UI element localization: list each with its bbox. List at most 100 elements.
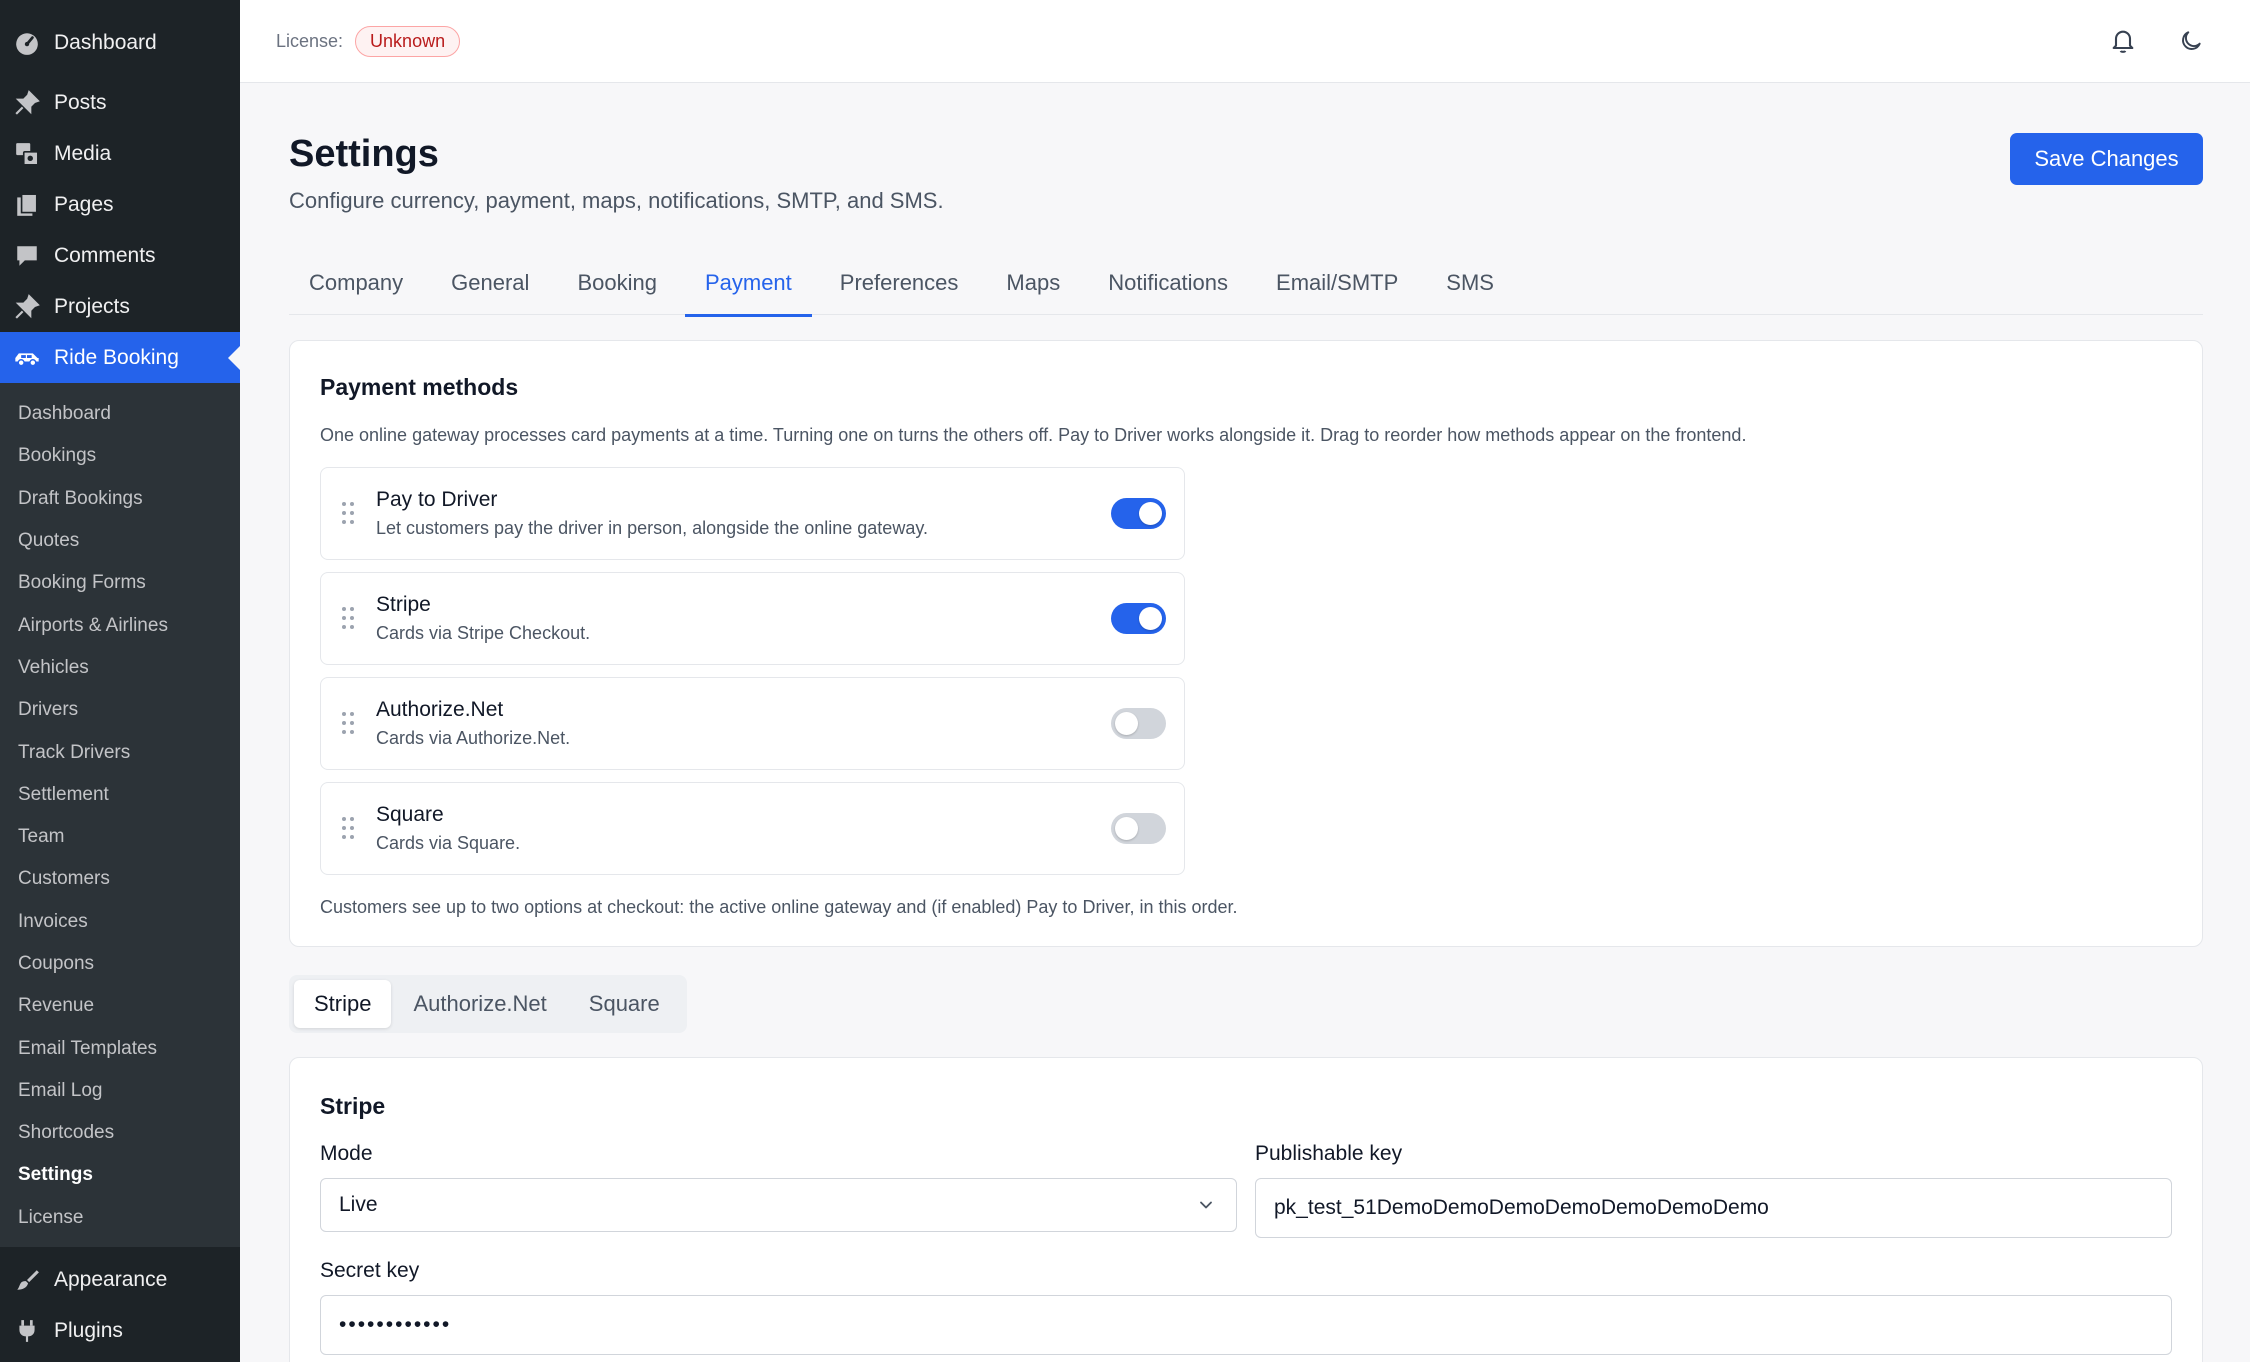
authorize-net-toggle[interactable]	[1111, 708, 1166, 739]
license-label: License:	[276, 30, 344, 51]
sidebar-item-comments[interactable]: Comments	[0, 230, 240, 281]
publishable-key-input[interactable]: pk_test_51DemoDemoDemoDemoDemoDemoDemo	[1255, 1178, 2172, 1238]
tab-payment[interactable]: Payment	[684, 251, 812, 317]
sidebar-item-appearance[interactable]: Appearance	[0, 1255, 240, 1306]
submenu-item-quotes[interactable]: Quotes	[0, 520, 240, 562]
payment-method-stripe[interactable]: Stripe Cards via Stripe Checkout.	[320, 572, 1185, 665]
stripe-toggle[interactable]	[1111, 603, 1166, 634]
publishable-key-value: pk_test_51DemoDemoDemoDemoDemoDemoDemo	[1274, 1196, 1769, 1219]
gateway-tab-stripe[interactable]: Stripe	[294, 980, 392, 1028]
sidebar-item-label: Appearance	[54, 1268, 168, 1292]
secret-key-label: Secret key	[320, 1259, 420, 1282]
method-name: Stripe	[376, 593, 431, 616]
tab-sms[interactable]: SMS	[1426, 251, 1514, 315]
sidebar-item-pages[interactable]: Pages	[0, 179, 240, 230]
settings-tabs: Company General Booking Payment Preferen…	[289, 251, 2203, 317]
submenu-item-revenue[interactable]: Revenue	[0, 985, 240, 1027]
square-toggle[interactable]	[1111, 813, 1166, 844]
submenu-item-invoices[interactable]: Invoices	[0, 901, 240, 943]
drag-handle-icon[interactable]	[341, 605, 355, 631]
sidebar-item-label: Media	[54, 141, 112, 165]
tab-email-smtp[interactable]: Email/SMTP	[1256, 251, 1418, 315]
stripe-settings-title: Stripe	[320, 1093, 386, 1119]
sidebar-item-ride-booking[interactable]: Ride Booking	[0, 332, 240, 383]
submenu-item-drivers[interactable]: Drivers	[0, 689, 240, 731]
bell-icon[interactable]	[2104, 22, 2142, 60]
sidebar-item-label: Ride Booking	[54, 345, 179, 369]
submenu-item-email-templates[interactable]: Email Templates	[0, 1027, 240, 1069]
sidebar-item-plugins[interactable]: Plugins	[0, 1306, 240, 1357]
pay-to-driver-toggle[interactable]	[1111, 498, 1166, 529]
submenu-item-airports-airlines[interactable]: Airports & Airlines	[0, 604, 240, 646]
car-icon	[12, 343, 42, 373]
checkout-options-note: Customers see up to two options at check…	[320, 897, 1238, 917]
tab-general[interactable]: General	[431, 251, 549, 315]
submenu-item-license[interactable]: License	[0, 1197, 240, 1239]
mode-select[interactable]: Live	[320, 1178, 1237, 1232]
submenu-item-coupons[interactable]: Coupons	[0, 943, 240, 985]
top-bar: License: Unknown	[240, 0, 2250, 83]
gateway-tabs: Stripe Authorize.Net Square	[289, 975, 687, 1033]
submenu-item-vehicles[interactable]: Vehicles	[0, 647, 240, 689]
submenu-item-settlement[interactable]: Settlement	[0, 774, 240, 816]
brush-icon	[12, 1265, 42, 1295]
license-status-badge: Unknown	[355, 25, 461, 57]
drag-handle-icon[interactable]	[341, 500, 355, 526]
tab-company[interactable]: Company	[289, 251, 423, 315]
submenu-item-settings[interactable]: Settings	[0, 1154, 240, 1196]
submenu-item-track-drivers[interactable]: Track Drivers	[0, 731, 240, 773]
pin-icon	[12, 292, 42, 322]
payment-method-square[interactable]: Square Cards via Square.	[320, 782, 1185, 875]
tab-preferences[interactable]: Preferences	[820, 251, 979, 315]
method-name: Pay to Driver	[376, 488, 498, 511]
page-subtitle: Configure currency, payment, maps, notif…	[289, 188, 944, 213]
method-name: Square	[376, 803, 444, 826]
mode-value: Live	[339, 1193, 378, 1216]
secret-key-value: ••••••••••••	[339, 1313, 452, 1336]
publishable-key-label: Publishable key	[1255, 1142, 1403, 1165]
sidebar-item-media[interactable]: Media	[0, 128, 240, 179]
sidebar-item-label: Pages	[54, 192, 114, 216]
sidebar-item-label: Comments	[54, 243, 156, 267]
gateway-tab-square[interactable]: Square	[569, 980, 680, 1028]
drag-handle-icon[interactable]	[341, 710, 355, 736]
save-changes-button[interactable]: Save Changes	[2010, 133, 2203, 185]
tab-notifications[interactable]: Notifications	[1088, 251, 1248, 315]
submenu-item-dashboard[interactable]: Dashboard	[0, 393, 240, 435]
media-icon	[12, 139, 42, 169]
pin-icon	[12, 88, 42, 118]
ride-booking-submenu: Dashboard Bookings Draft Bookings Quotes…	[0, 383, 240, 1247]
method-description: Cards via Authorize.Net.	[376, 728, 571, 748]
payment-methods-card: Payment methods One online gateway proce…	[289, 340, 2203, 947]
gateway-tab-authorize-net[interactable]: Authorize.Net	[393, 980, 566, 1028]
submenu-item-email-log[interactable]: Email Log	[0, 1070, 240, 1112]
sidebar-item-posts[interactable]: Posts	[0, 77, 240, 128]
submenu-item-draft-bookings[interactable]: Draft Bookings	[0, 478, 240, 520]
payment-methods-title: Payment methods	[320, 374, 519, 400]
tab-maps[interactable]: Maps	[986, 251, 1080, 315]
method-name: Authorize.Net	[376, 698, 504, 721]
moon-icon[interactable]	[2172, 22, 2210, 60]
payment-method-pay-to-driver[interactable]: Pay to Driver Let customers pay the driv…	[320, 467, 1185, 560]
sidebar-item-dashboard[interactable]: Dashboard	[0, 17, 240, 68]
comment-icon	[12, 241, 42, 271]
method-description: Cards via Stripe Checkout.	[376, 623, 591, 643]
submenu-item-team[interactable]: Team	[0, 816, 240, 858]
tab-booking[interactable]: Booking	[557, 251, 677, 315]
submenu-item-shortcodes[interactable]: Shortcodes	[0, 1112, 240, 1154]
submenu-item-booking-forms[interactable]: Booking Forms	[0, 562, 240, 604]
submenu-item-bookings[interactable]: Bookings	[0, 435, 240, 477]
drag-handle-icon[interactable]	[341, 815, 355, 841]
stripe-settings-card: Stripe Mode Live Publishable key pk_test…	[289, 1057, 2203, 1362]
secret-key-input[interactable]: ••••••••••••	[320, 1295, 2172, 1355]
page-title: Settings	[289, 133, 439, 175]
plug-icon	[12, 1316, 42, 1346]
submenu-item-customers[interactable]: Customers	[0, 858, 240, 900]
method-description: Cards via Square.	[376, 833, 521, 853]
payment-method-authorize-net[interactable]: Authorize.Net Cards via Authorize.Net.	[320, 677, 1185, 770]
pages-icon	[12, 190, 42, 220]
sidebar-item-projects[interactable]: Projects	[0, 281, 240, 332]
mode-label: Mode	[320, 1142, 373, 1165]
dashboard-icon	[12, 28, 42, 58]
payment-methods-description: One online gateway processes card paymen…	[320, 425, 1747, 445]
